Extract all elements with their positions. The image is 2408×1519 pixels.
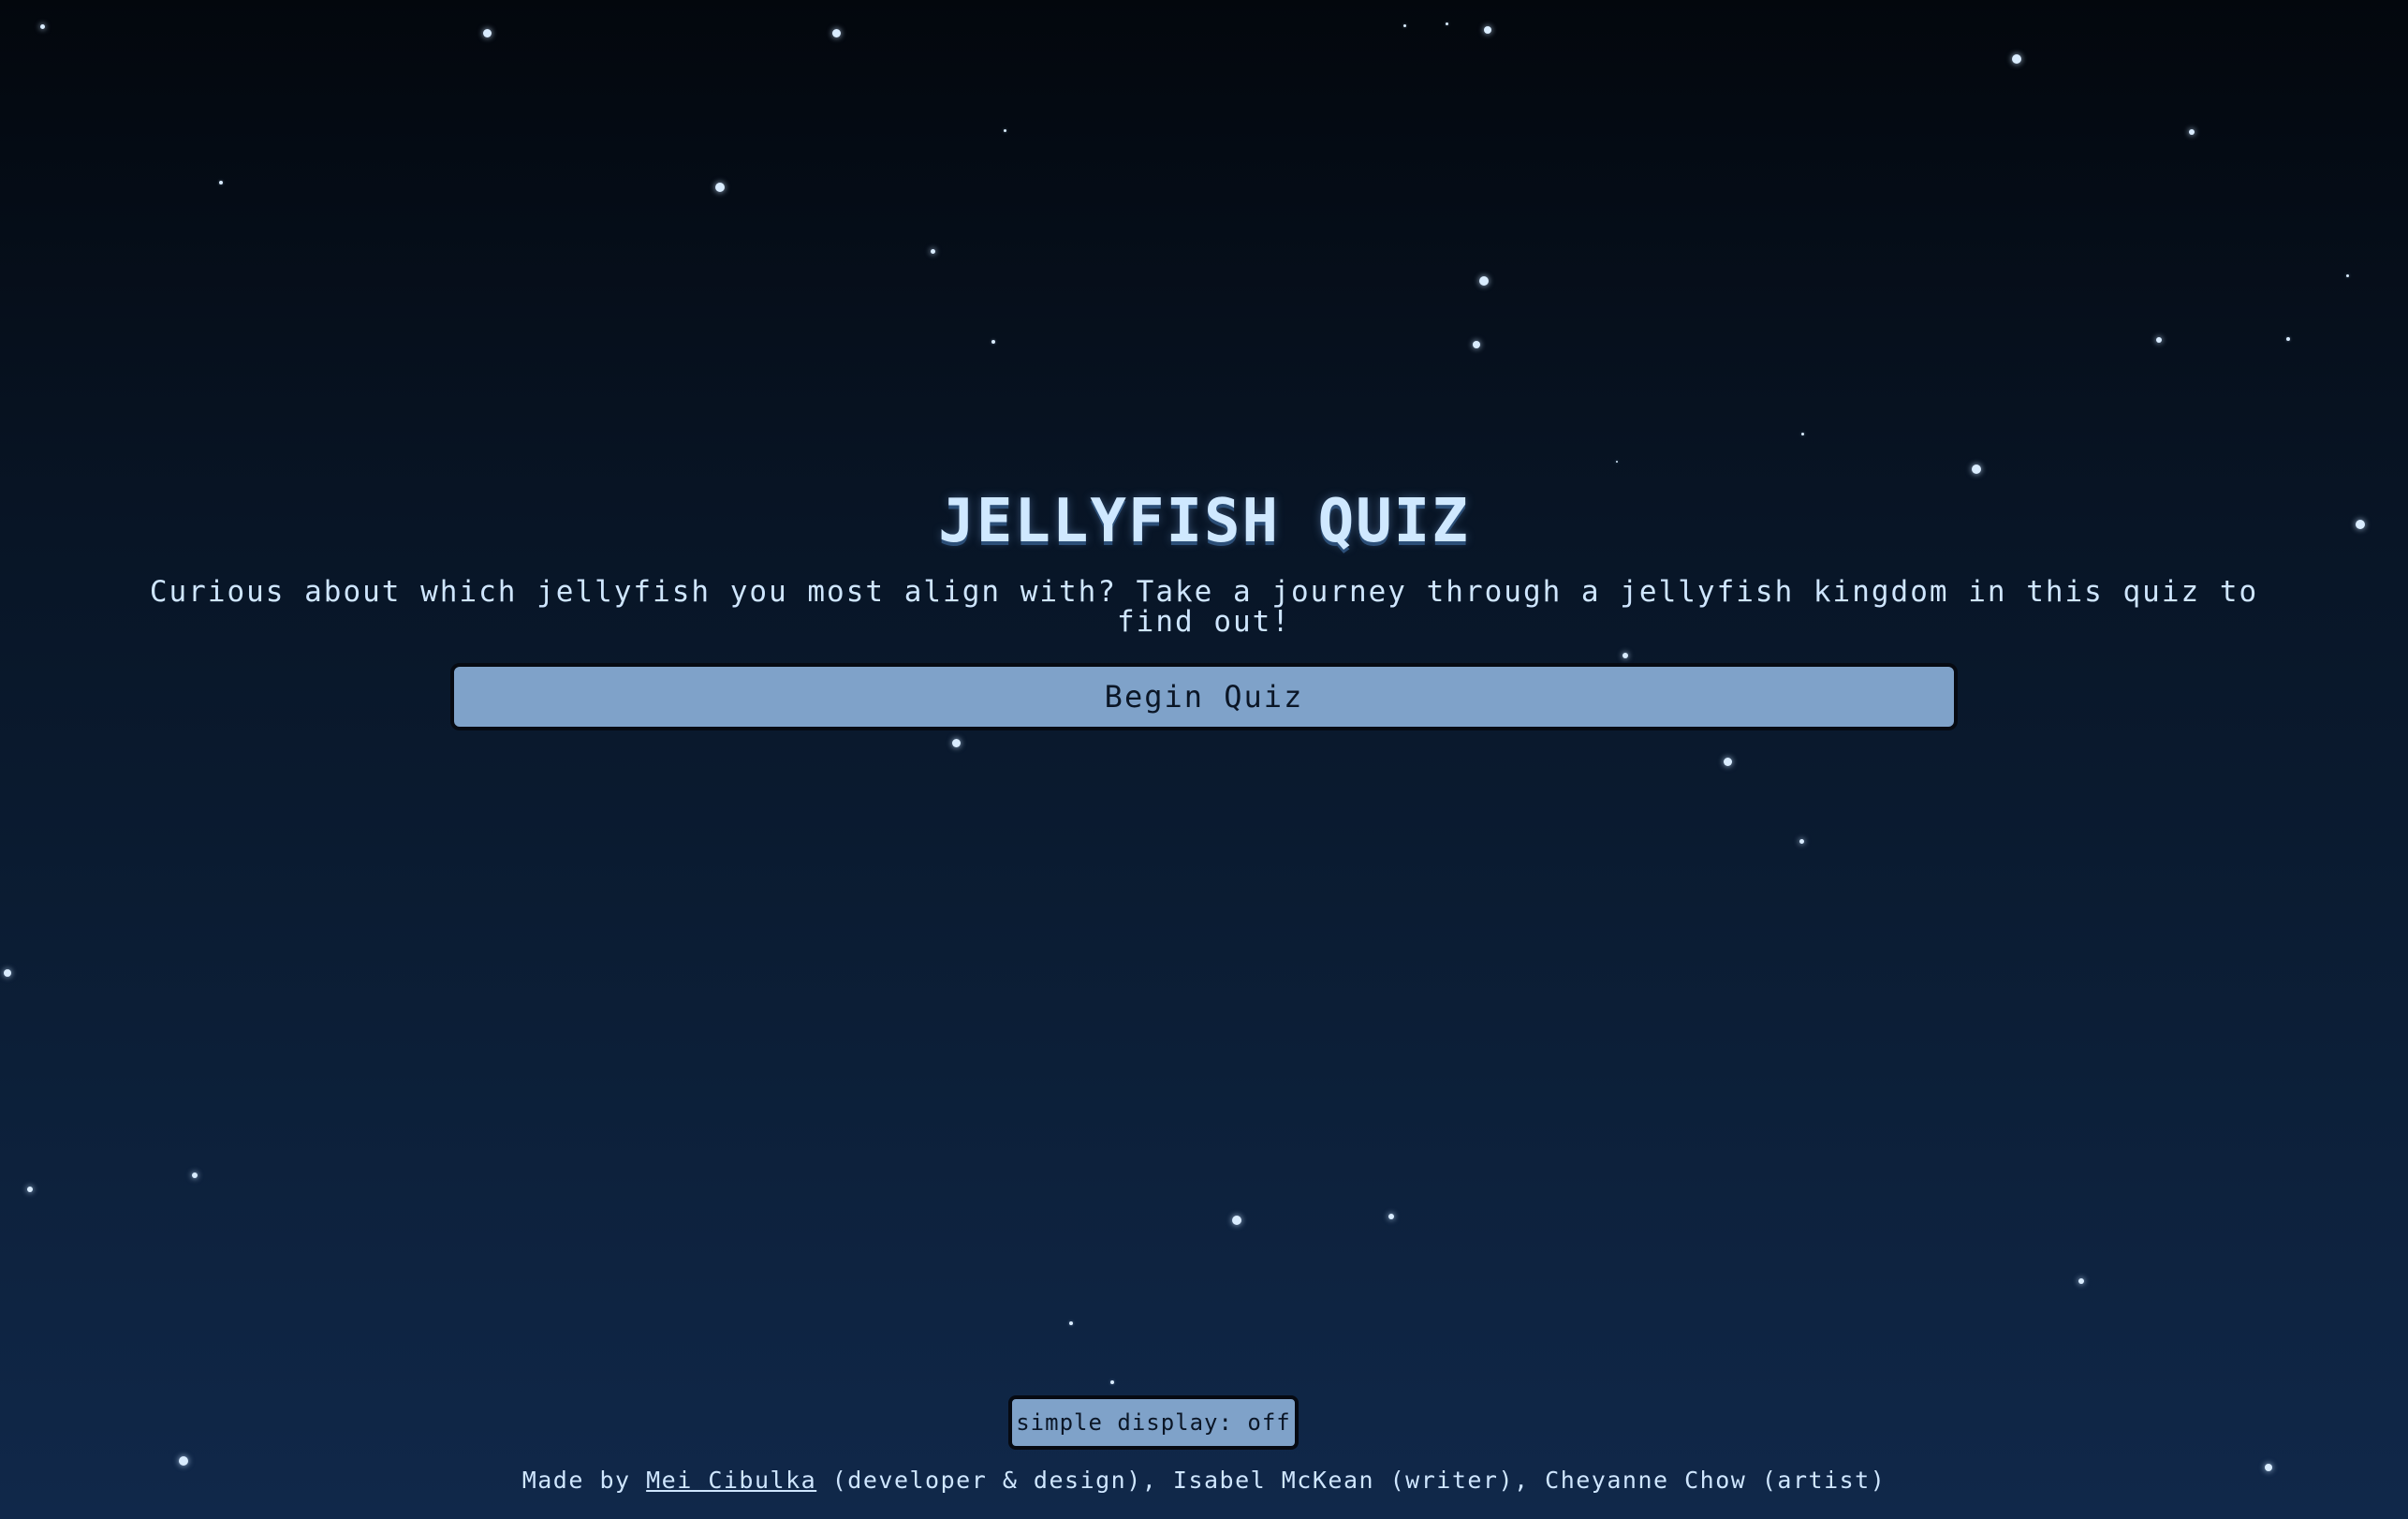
star-13 bbox=[1479, 276, 1489, 286]
star-20 bbox=[1616, 461, 1618, 463]
star-1 bbox=[39, 23, 45, 29]
star-6 bbox=[1484, 26, 1491, 34]
star-12 bbox=[930, 248, 935, 254]
star-15 bbox=[1473, 341, 1480, 348]
star-34 bbox=[1110, 1380, 1114, 1384]
star-28 bbox=[192, 1172, 198, 1178]
writer-name: Isabel McKean bbox=[1172, 1467, 1375, 1494]
star-32 bbox=[1069, 1321, 1073, 1325]
credits-prefix: Made by bbox=[521, 1467, 647, 1494]
star-17 bbox=[2156, 337, 2162, 343]
starfield-background bbox=[0, 0, 2408, 1519]
star-29 bbox=[27, 1187, 33, 1192]
star-25 bbox=[1723, 757, 1732, 766]
star-19 bbox=[1800, 432, 1804, 435]
writer-role: (writer), bbox=[1374, 1467, 1546, 1494]
star-3 bbox=[831, 28, 841, 37]
star-9 bbox=[219, 181, 223, 184]
star-7 bbox=[2012, 54, 2021, 64]
credits-footer: Made by Mei Cibulka (developer & design)… bbox=[0, 1467, 2408, 1494]
artist-name: Cheyanne Chow bbox=[1545, 1467, 1747, 1494]
star-24 bbox=[951, 738, 961, 747]
star-2 bbox=[482, 28, 492, 37]
artist-role: (artist) bbox=[1746, 1467, 1887, 1494]
intro-description: Curious about which jellyfish you most a… bbox=[149, 575, 2259, 639]
star-35 bbox=[179, 1456, 188, 1466]
star-21 bbox=[1972, 465, 1981, 474]
star-30 bbox=[1232, 1216, 1241, 1225]
begin-quiz-button[interactable]: Begin Quiz bbox=[450, 663, 1958, 730]
star-4 bbox=[1402, 23, 1406, 27]
star-18 bbox=[2286, 337, 2290, 341]
star-14 bbox=[991, 340, 995, 344]
developer-link[interactable]: Mei Cibulka bbox=[646, 1467, 816, 1494]
star-26 bbox=[1799, 838, 1804, 844]
star-8 bbox=[2189, 129, 2195, 135]
simple-display-toggle[interactable]: simple display: off bbox=[1008, 1395, 1299, 1450]
star-16 bbox=[2345, 273, 2349, 277]
page-title: JELLYFISH QUIZ bbox=[938, 487, 1470, 556]
star-31 bbox=[1388, 1214, 1394, 1219]
intro-section: JELLYFISH QUIZ Curious about which jelly… bbox=[0, 487, 2408, 730]
star-11 bbox=[1003, 128, 1006, 132]
star-5 bbox=[1445, 22, 1448, 25]
star-10 bbox=[715, 183, 725, 192]
star-33 bbox=[2078, 1278, 2084, 1284]
developer-role: (developer & design), bbox=[816, 1467, 1173, 1494]
star-27 bbox=[4, 969, 11, 977]
